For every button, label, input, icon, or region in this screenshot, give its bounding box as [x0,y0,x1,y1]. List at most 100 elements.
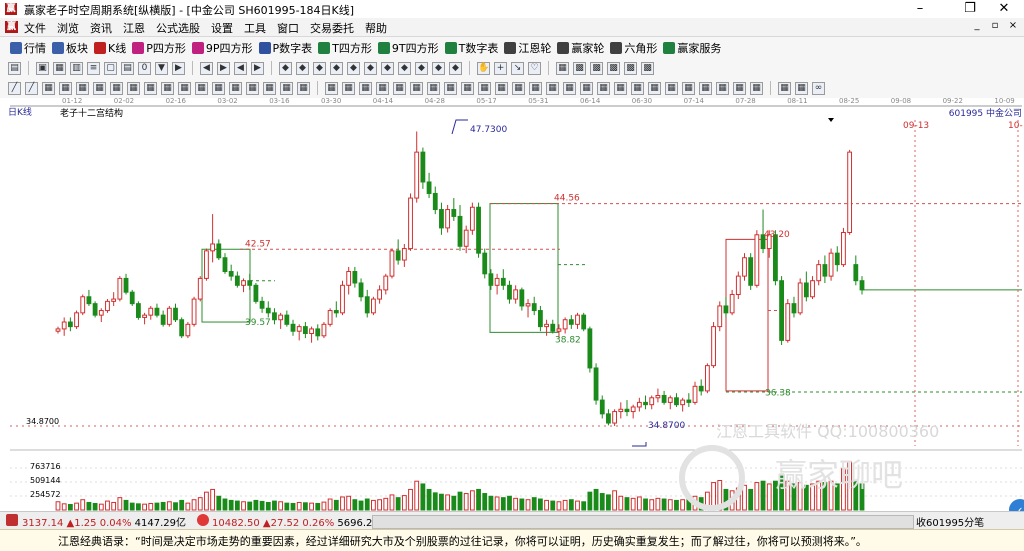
mdi-close-icon[interactable]: × [1007,20,1019,32]
nav-tool-icon-29[interactable]: ✋ [477,61,490,75]
toolbar-button-9[interactable]: 江恩轮 [504,40,551,56]
draw-tool-icon-4[interactable]: ▦ [76,81,89,95]
nav-tool-icon-12[interactable]: ◀ [200,61,213,75]
menu-item-7[interactable]: 窗口 [277,20,299,36]
draw-tool-icon-1[interactable]: ╱ [25,81,38,95]
nav-tool-icon-13[interactable]: ▶ [217,61,230,75]
menu-item-5[interactable]: 设置 [211,20,233,36]
nav-tool-icon-31[interactable]: ↘ [511,61,524,75]
toolbar-button-12[interactable]: 赢家服务 [663,40,721,56]
nav-tool-icon-0[interactable]: ▤ [8,61,21,75]
toolbar-button-2[interactable]: K线 [94,40,126,56]
draw-tool-icon-2[interactable]: ▦ [42,81,55,95]
draw-tool-icon-10[interactable]: ▦ [178,81,191,95]
draw-tool-icon-31[interactable]: ▦ [529,81,542,95]
draw-tool-icon-40[interactable]: ▦ [682,81,695,95]
nav-tool-icon-26[interactable]: ◆ [432,61,445,75]
nav-tool-icon-35[interactable]: ▩ [573,61,586,75]
menu-item-1[interactable]: 浏览 [57,20,79,36]
draw-tool-icon-26[interactable]: ▦ [444,81,457,95]
nav-tool-icon-32[interactable]: ♡ [528,61,541,75]
draw-tool-icon-39[interactable]: ▦ [665,81,678,95]
draw-tool-icon-46[interactable]: ▦ [778,81,791,95]
nav-tool-icon-25[interactable]: ◆ [415,61,428,75]
draw-tool-icon-7[interactable]: ▦ [127,81,140,95]
draw-tool-icon-30[interactable]: ▦ [512,81,525,95]
draw-tool-icon-0[interactable]: ╱ [8,81,21,95]
nav-tool-icon-38[interactable]: ▩ [624,61,637,75]
toolbar-button-4[interactable]: 9P四方形 [191,40,253,56]
menu-item-8[interactable]: 交易委托 [310,20,354,36]
menu-item-4[interactable]: 公式选股 [156,20,200,36]
nav-tool-icon-2[interactable]: ▣ [36,61,49,75]
draw-tool-icon-13[interactable]: ▦ [229,81,242,95]
menu-item-3[interactable]: 江恩 [123,20,145,36]
nav-tool-icon-20[interactable]: ◆ [330,61,343,75]
toolbar-button-6[interactable]: T四方形 [318,40,372,56]
draw-tool-icon-21[interactable]: ▦ [359,81,372,95]
close-button[interactable]: ✕ [984,0,1024,18]
ticks-label[interactable]: 收601995分笔 [916,514,984,529]
draw-tool-icon-23[interactable]: ▦ [393,81,406,95]
mdi-restore-icon[interactable]: ▫ [989,20,1001,32]
minimize-button[interactable]: – [900,0,940,18]
menu-item-2[interactable]: 资讯 [90,20,112,36]
nav-tool-icon-21[interactable]: ◆ [347,61,360,75]
draw-tool-icon-16[interactable]: ▦ [280,81,293,95]
draw-tool-icon-36[interactable]: ▦ [614,81,627,95]
draw-tool-icon-3[interactable]: ▦ [59,81,72,95]
draw-tool-icon-42[interactable]: ▦ [716,81,729,95]
nav-tool-icon-15[interactable]: ▶ [251,61,264,75]
draw-tool-icon-47[interactable]: ▦ [795,81,808,95]
draw-tool-icon-34[interactable]: ▦ [580,81,593,95]
nav-tool-icon-17[interactable]: ◆ [279,61,292,75]
draw-tool-icon-33[interactable]: ▦ [563,81,576,95]
menu-item-0[interactable]: 文件 [24,20,46,36]
nav-tool-icon-23[interactable]: ◆ [381,61,394,75]
nav-tool-icon-34[interactable]: ▦ [556,61,569,75]
nav-tool-icon-14[interactable]: ◀ [234,61,247,75]
draw-tool-icon-12[interactable]: ▦ [212,81,225,95]
toolbar-button-7[interactable]: 9T四方形 [377,40,439,56]
draw-tool-icon-27[interactable]: ▦ [461,81,474,95]
draw-tool-icon-9[interactable]: ▦ [161,81,174,95]
nav-tool-icon-3[interactable]: ▦ [53,61,66,75]
draw-tool-icon-28[interactable]: ▦ [478,81,491,95]
draw-tool-icon-37[interactable]: ▦ [631,81,644,95]
nav-tool-icon-27[interactable]: ◆ [449,61,462,75]
menu-item-9[interactable]: 帮助 [365,20,387,36]
draw-tool-icon-29[interactable]: ▦ [495,81,508,95]
nav-tool-icon-8[interactable]: 0 [138,61,151,75]
nav-tool-icon-36[interactable]: ▩ [590,61,603,75]
nav-tool-icon-39[interactable]: ▩ [641,61,654,75]
draw-tool-icon-8[interactable]: ▦ [144,81,157,95]
draw-tool-icon-22[interactable]: ▦ [376,81,389,95]
draw-tool-icon-17[interactable]: ▦ [297,81,310,95]
toolbar-button-3[interactable]: P四方形 [132,40,186,56]
nav-tool-icon-7[interactable]: ▤ [121,61,134,75]
draw-tool-icon-11[interactable]: ▦ [195,81,208,95]
draw-tool-icon-43[interactable]: ▦ [733,81,746,95]
status-scrollbar[interactable] [372,515,914,529]
toolbar-button-11[interactable]: 六角形 [610,40,657,56]
nav-tool-icon-9[interactable]: ▼ [155,61,168,75]
kline-chart[interactable]: 01-12 02-02 02-16 03-02 03-16 03-30 04-14 04-28… [0,97,1024,511]
nav-tool-icon-37[interactable]: ▩ [607,61,620,75]
draw-tool-icon-15[interactable]: ▦ [263,81,276,95]
draw-tool-icon-35[interactable]: ▦ [597,81,610,95]
draw-tool-icon-41[interactable]: ▦ [699,81,712,95]
nav-tool-icon-5[interactable]: ≡ [87,61,100,75]
draw-tool-icon-38[interactable]: ▦ [648,81,661,95]
toolbar-button-5[interactable]: P数字表 [258,40,312,56]
draw-tool-icon-32[interactable]: ▦ [546,81,559,95]
nav-tool-icon-22[interactable]: ◆ [364,61,377,75]
draw-tool-icon-20[interactable]: ▦ [342,81,355,95]
nav-tool-icon-10[interactable]: ▶ [172,61,185,75]
menu-item-6[interactable]: 工具 [244,20,266,36]
nav-tool-icon-6[interactable]: ▢ [104,61,117,75]
draw-tool-icon-48[interactable]: ∞ [812,81,825,95]
nav-tool-icon-4[interactable]: ▥ [70,61,83,75]
toolbar-button-8[interactable]: T数字表 [444,40,498,56]
draw-tool-icon-44[interactable]: ▦ [750,81,763,95]
draw-tool-icon-25[interactable]: ▦ [427,81,440,95]
